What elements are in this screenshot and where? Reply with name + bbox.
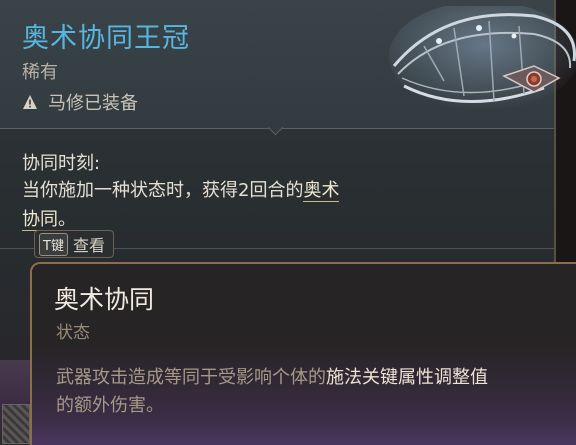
keyword-type: 状态 [56, 323, 90, 343]
passive-description: 当你施加一种状态时，获得2回合的奥术协同。 [22, 176, 402, 234]
t-key-icon: T键 [39, 232, 68, 256]
passive-desc-text: 当你施加一种状态时，获得2回合的 [22, 180, 304, 201]
inspect-label: 查看 [72, 236, 105, 255]
inspect-key-hint[interactable]: T键 查看 [34, 230, 114, 258]
keyword-desc-highlight: 施法关键属性调整值 [326, 367, 488, 388]
background-tile-icon [2, 404, 30, 444]
warning-icon [23, 95, 37, 109]
equipped-status: 马修已装备 [22, 90, 138, 114]
circlet-art-icon [389, 6, 576, 111]
keyword-tooltip: 奥术协同 状态 武器攻击造成等同于受影响个体的施法关键属性调整值的额外伤害。 [30, 262, 576, 445]
keyword-link-arcane[interactable]: 奥术 [303, 180, 340, 202]
item-rarity: 稀有 [22, 62, 58, 83]
keyword-link-synergy[interactable]: 协同 [22, 209, 58, 231]
passive-desc-end: 。 [58, 209, 76, 230]
item-header: 奥术协同王冠 稀有 马修已装备 [0, 0, 576, 129]
keyword-desc-text: 武器攻击造成等同于受影响个体的 [56, 367, 326, 388]
equipped-status-label: 马修已装备 [48, 93, 138, 114]
keyword-description: 武器攻击造成等同于受影响个体的施法关键属性调整值的额外伤害。 [56, 364, 568, 420]
item-name: 奥术协同王冠 [22, 23, 190, 54]
keyword-desc-end: 的额外伤害。 [56, 395, 164, 416]
keyword-title: 奥术协同 [54, 285, 155, 314]
passive-title: 协同时刻: [22, 153, 101, 174]
